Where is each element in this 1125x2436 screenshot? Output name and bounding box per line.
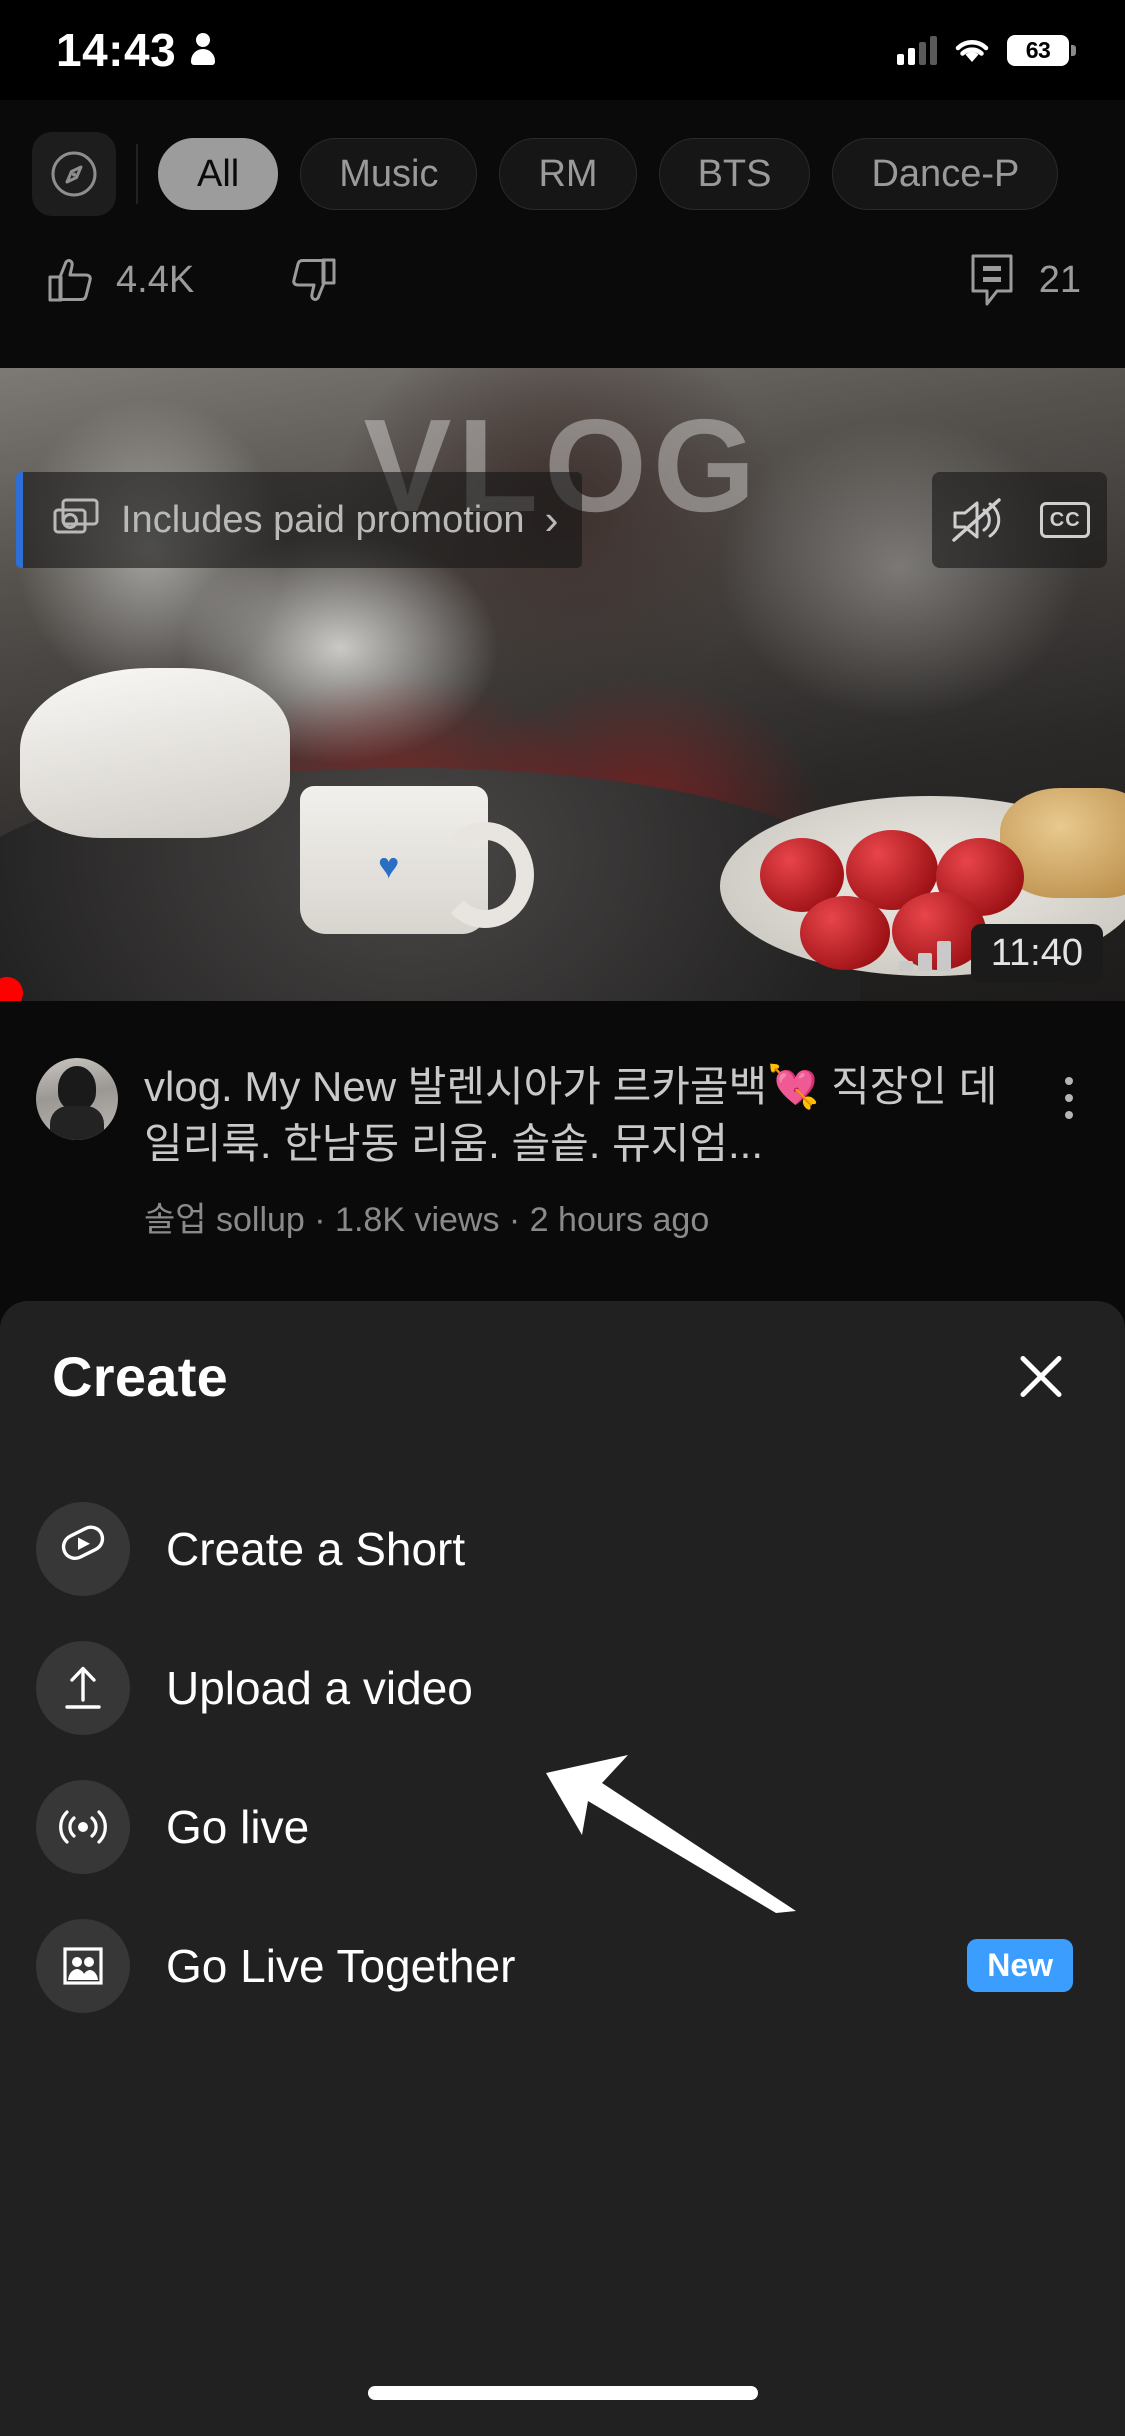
live-broadcast-icon — [36, 1780, 130, 1874]
create-option-label: Go Live Together — [130, 1939, 967, 1993]
chip-label: RM — [538, 153, 597, 196]
video-meta-text: vlog. My New 발렌시아가 르카골백💘 직장인 데일리룩. 한남동 리… — [118, 1058, 1041, 1280]
chip-label: BTS — [698, 153, 772, 196]
comment-bubble-icon — [967, 251, 1021, 309]
video-duration: 11:40 — [971, 924, 1103, 983]
home-indicator — [368, 2386, 758, 2400]
upload-arrow-icon — [36, 1641, 130, 1735]
category-chip-bar[interactable]: All Music RM BTS Dance-P — [0, 128, 1125, 220]
chip-label: Music — [339, 153, 438, 196]
chip-music[interactable]: Music — [300, 138, 477, 210]
like-count: 4.4K — [116, 259, 194, 302]
chevron-right-icon: › — [544, 499, 558, 541]
thumbs-down-icon — [286, 253, 340, 307]
create-option-short[interactable]: Create a Short — [0, 1479, 1125, 1618]
video-action-bar: 4.4K 21 — [0, 232, 1125, 328]
compass-explore-icon[interactable] — [32, 132, 116, 216]
phone-screen: 14:43 63 All — [0, 0, 1125, 2436]
paid-promotion-icon — [49, 496, 101, 544]
player-right-controls: CC — [932, 472, 1107, 568]
person-icon — [190, 33, 216, 67]
status-bar-right: 63 — [897, 35, 1069, 66]
comment-count: 21 — [1039, 259, 1081, 302]
cellular-signal-icon — [897, 35, 937, 65]
chip-all[interactable]: All — [158, 138, 278, 210]
chip-label: Dance-P — [871, 153, 1019, 196]
shorts-icon — [36, 1502, 130, 1596]
chip-label: All — [197, 153, 239, 196]
dislike-button[interactable] — [286, 253, 340, 307]
chip-divider — [136, 144, 138, 204]
status-bar: 14:43 63 — [0, 0, 1125, 100]
create-option-label: Upload a video — [130, 1661, 1073, 1715]
battery-icon: 63 — [1007, 35, 1069, 66]
player-duration-group: 11:40 — [899, 924, 1103, 983]
video-title: vlog. My New 발렌시아가 르카골백💘 직장인 데일리룩. 한남동 리… — [144, 1058, 1031, 1172]
pointer-arrow-icon — [540, 1735, 800, 1915]
thumbs-up-icon — [44, 253, 98, 307]
comments-button[interactable]: 21 — [967, 251, 1081, 309]
like-button[interactable]: 4.4K — [44, 253, 194, 307]
paid-promotion-banner[interactable]: Includes paid promotion › — [16, 472, 582, 568]
create-option-label: Create a Short — [130, 1522, 1073, 1576]
video-subtitle: 솔업 sollup · 1.8K views · 2 hours ago — [144, 1192, 1031, 1241]
video-player[interactable]: ♥ VLOG Includes paid promotion › CC — [0, 368, 1125, 1001]
chip-rm[interactable]: RM — [499, 138, 636, 210]
speaker-muted-icon — [949, 496, 1007, 544]
captions-label: CC — [1050, 509, 1081, 532]
wifi-icon — [953, 36, 991, 64]
battery-level: 63 — [1026, 37, 1051, 64]
chip-dance-pop[interactable]: Dance-P — [832, 138, 1058, 210]
create-sheet-header: Create — [0, 1301, 1125, 1451]
status-badge: New — [967, 1939, 1073, 1992]
status-time: 14:43 — [56, 23, 176, 77]
closed-captions-icon[interactable]: CC — [1040, 502, 1090, 538]
video-quality-bars-icon — [899, 937, 951, 971]
create-option-go-live-together[interactable]: Go Live Together New — [0, 1896, 1125, 2035]
video-meta-row[interactable]: vlog. My New 발렌시아가 르카골백💘 직장인 데일리룩. 한남동 리… — [0, 1018, 1125, 1280]
close-icon[interactable] — [1009, 1344, 1073, 1408]
avatar[interactable] — [36, 1058, 118, 1140]
chip-bts[interactable]: BTS — [659, 138, 811, 210]
video-scene-kettle — [20, 668, 290, 838]
page-title: Create — [52, 1344, 228, 1409]
video-scene-heart: ♥ — [378, 848, 412, 878]
status-bar-left: 14:43 — [56, 23, 216, 77]
paid-promotion-label: Includes paid promotion — [121, 499, 524, 542]
video-scene-strawberry — [800, 896, 890, 970]
go-live-together-icon — [36, 1919, 130, 2013]
more-options-icon[interactable] — [1041, 1058, 1097, 1138]
